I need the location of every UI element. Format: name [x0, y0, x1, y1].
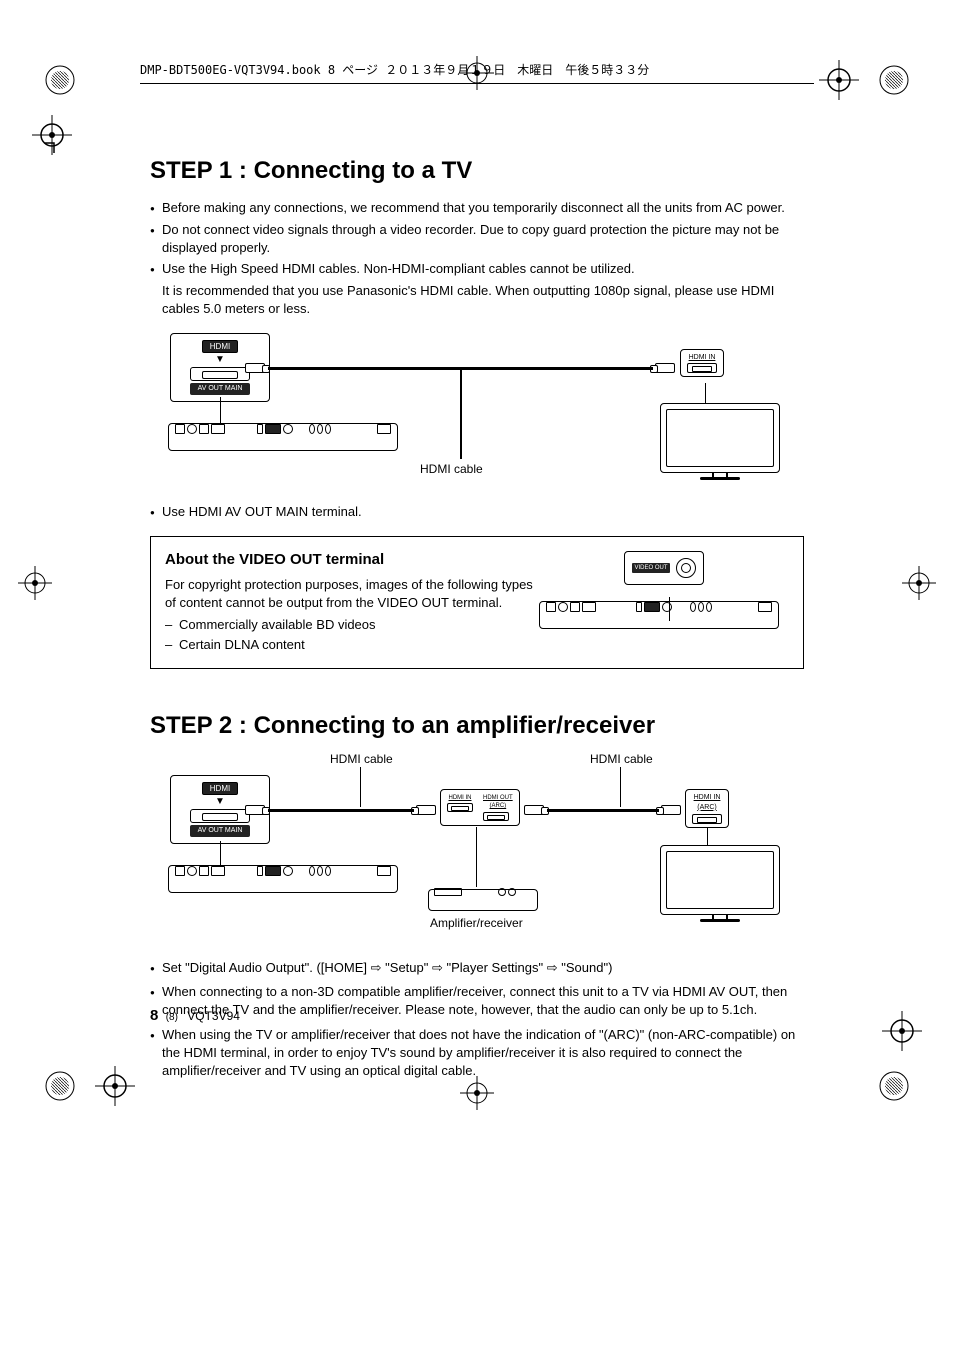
tv-icon	[660, 845, 780, 915]
step1-diagram: HDMI ▼ AV OUT MAIN HDMI IN HDMI cable	[150, 333, 804, 493]
hdmi-plug-icon	[245, 363, 265, 373]
hdmi-label: HDMI	[202, 340, 238, 353]
list-item: Use the High Speed HDMI cables. Non-HDMI…	[150, 260, 804, 319]
register-mark-icon	[460, 56, 494, 90]
hdmi-cable-caption: HDMI cable	[590, 751, 653, 768]
diagram-leader-line	[360, 767, 361, 807]
list-item: Commercially available BD videos	[165, 616, 545, 634]
diagram-leader-line	[220, 841, 221, 865]
hdmi-plug-icon	[524, 805, 544, 815]
diagram-leader-line	[476, 827, 477, 887]
amplifier-ports: HDMI IN HDMI OUT (ARC)	[440, 789, 520, 826]
hdmi-label: HDMI	[202, 782, 238, 795]
hdmi-plug-icon	[416, 805, 436, 815]
register-mark-icon	[902, 566, 936, 600]
avout-label: AV OUT MAIN	[190, 383, 250, 395]
list-item: Set "Digital Audio Output". ([HOME] ⇨ "S…	[150, 959, 804, 977]
player-rear-icon	[168, 423, 398, 451]
hdmi-plug-icon	[661, 805, 681, 815]
register-curl-icon	[95, 1066, 135, 1106]
crop-mark-icon	[40, 60, 80, 100]
diagram-leader-line	[220, 397, 221, 423]
list-item: Certain DLNA content	[165, 636, 545, 654]
step2-bullets: Set "Digital Audio Output". ([HOME] ⇨ "S…	[150, 959, 804, 1080]
infobox-heading: About the VIDEO OUT terminal	[165, 549, 545, 570]
step1-title: STEP 1 : Connecting to a TV	[150, 154, 804, 188]
crop-mark-icon	[874, 60, 914, 100]
register-curl-icon	[32, 115, 72, 155]
hdmi-cable-caption: HDMI cable	[330, 751, 393, 768]
infobox-intro: For copyright protection purposes, image…	[165, 576, 545, 612]
register-mark-icon	[18, 566, 52, 600]
step1-bullets: Before making any connections, we recomm…	[150, 199, 804, 318]
hdmi-cable-line	[268, 809, 414, 812]
crop-mark-icon	[40, 1066, 80, 1106]
page-footer: 8 (8) VQT3V94	[150, 1005, 240, 1026]
amplifier-caption: Amplifier/receiver	[430, 915, 523, 932]
step2-title: STEP 2 : Connecting to an amplifier/rece…	[150, 709, 804, 743]
tv-hdmi-in: HDMI IN	[680, 349, 724, 378]
diagram-leader-line	[620, 767, 621, 807]
hdmi-cable-caption: HDMI cable	[420, 461, 483, 478]
amplifier-icon	[428, 889, 538, 911]
hdmi-plug-icon	[245, 805, 265, 815]
register-curl-icon	[882, 1011, 922, 1051]
register-mark-icon	[460, 1076, 494, 1110]
player-rear-icon	[168, 865, 398, 893]
diagram-leader-line	[707, 827, 708, 845]
video-out-panel: VIDEO OUT	[539, 551, 789, 629]
tv-icon	[660, 403, 780, 473]
hdmi-cable-line	[547, 809, 659, 812]
list-item: Use HDMI AV OUT MAIN terminal.	[150, 503, 804, 521]
diagram-leader-line	[705, 383, 706, 403]
video-out-info-box: About the VIDEO OUT terminal For copyrig…	[150, 536, 804, 670]
step2-diagram: HDMI cable HDMI cable HDMI ▼ AV OUT MAIN…	[150, 755, 804, 945]
diagram-leader-line	[669, 597, 670, 621]
tv-hdmi-in-arc: HDMI IN (ARC)	[685, 789, 729, 828]
hdmi-port-icon	[190, 367, 250, 381]
crop-mark-icon	[874, 1066, 914, 1106]
video-out-terminal-icon: VIDEO OUT	[624, 551, 704, 585]
hdmi-port-icon	[483, 812, 509, 821]
list-item: Before making any connections, we recomm…	[150, 199, 804, 217]
list-item: When using the TV or amplifier/receiver …	[150, 1026, 804, 1081]
diagram-leader-line	[460, 369, 462, 459]
list-item: Do not connect video signals through a v…	[150, 221, 804, 257]
hdmi-port-icon	[447, 803, 473, 812]
hdmi-port-icon	[687, 363, 717, 373]
hdmi-port-icon	[190, 809, 250, 823]
avout-label: AV OUT MAIN	[190, 825, 250, 837]
list-item: When connecting to a non-3D compatible a…	[150, 983, 804, 1019]
hdmi-port-icon	[692, 814, 722, 824]
register-curl-icon	[819, 60, 859, 100]
hdmi-plug-icon	[655, 363, 675, 373]
